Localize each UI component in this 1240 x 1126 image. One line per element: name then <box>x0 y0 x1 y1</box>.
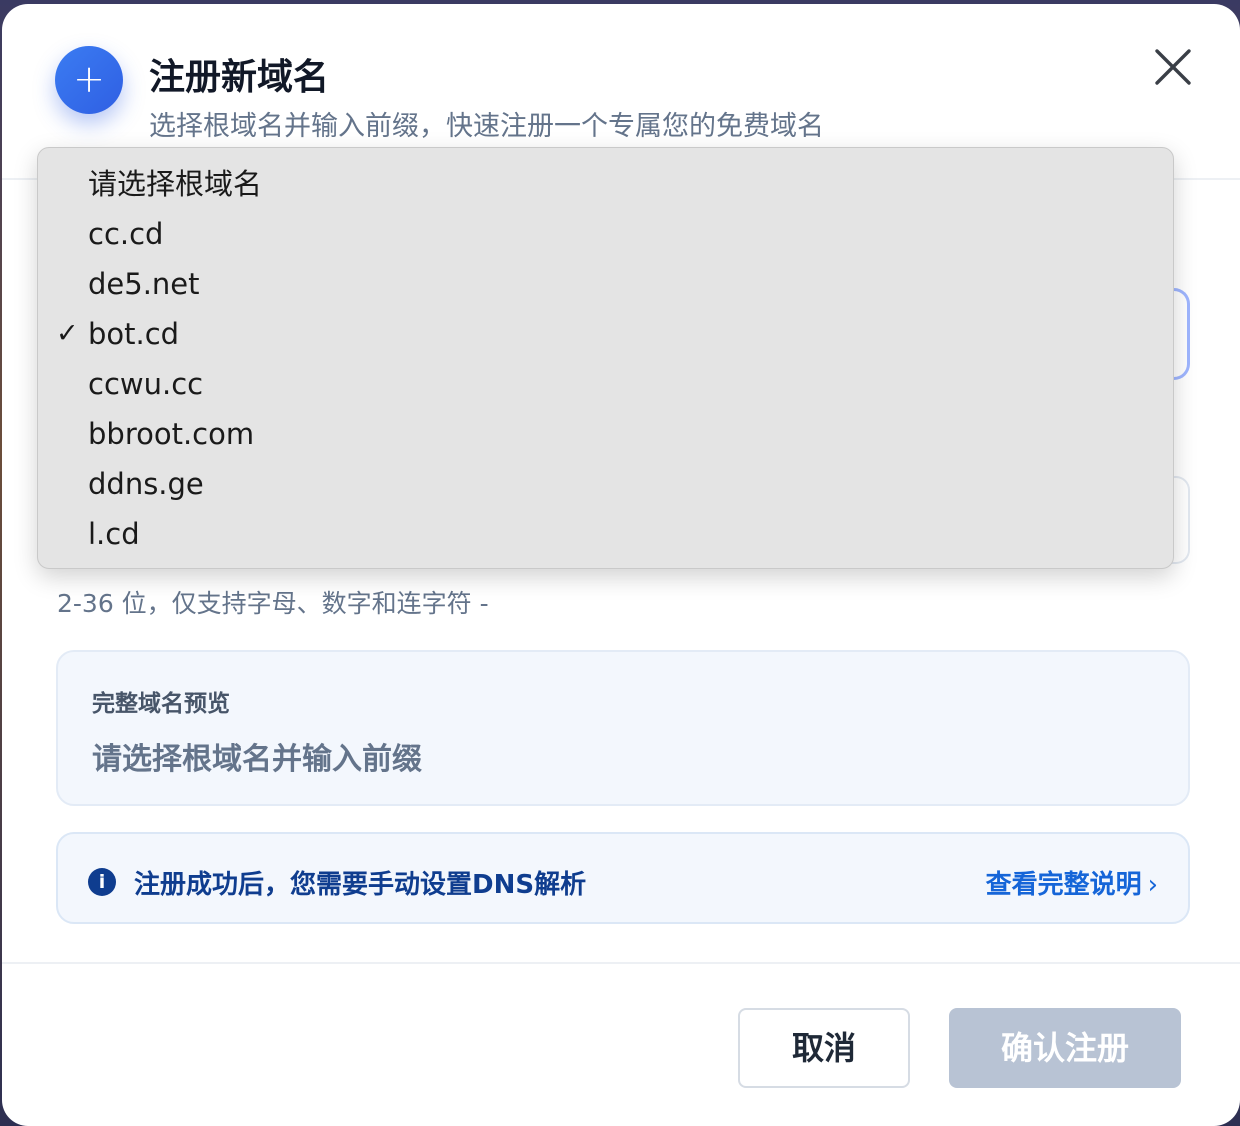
dropdown-option[interactable]: ccwu.cc <box>38 360 1173 410</box>
view-instructions-label: 查看完整说明 <box>985 870 1142 900</box>
prefix-hint: 2-36 位，仅支持字母、数字和连字符 - <box>57 589 489 618</box>
close-icon <box>1155 49 1191 85</box>
info-text: 注册成功后，您需要手动设置DNS解析 <box>134 870 587 900</box>
checkmark-icon: ✓ <box>56 318 79 349</box>
cancel-button[interactable]: 取消 <box>738 1008 910 1088</box>
option-label: ddns.ge <box>88 467 204 501</box>
chevron-right-icon: › <box>1147 870 1158 900</box>
dropdown-option[interactable]: l.cd <box>38 510 1173 560</box>
dropdown-option[interactable]: cc.cd <box>38 210 1173 260</box>
option-label: ccwu.cc <box>88 367 204 401</box>
dropdown-option[interactable]: bbroot.com <box>38 410 1173 460</box>
preview-value: 请选择根域名并输入前缀 <box>92 742 422 777</box>
option-label: bot.cd <box>88 317 180 351</box>
modal-title: 注册新域名 <box>149 57 330 98</box>
view-instructions-link[interactable]: 查看完整说明 › <box>986 864 1158 901</box>
dropdown-option-selected[interactable]: ✓ bot.cd <box>38 310 1173 360</box>
option-label: bbroot.com <box>88 417 255 451</box>
plus-icon: + <box>55 46 123 114</box>
option-label: cc.cd <box>88 217 164 251</box>
dropdown-option[interactable]: ddns.ge <box>38 460 1173 510</box>
dropdown-option[interactable]: de5.net <box>38 260 1173 310</box>
preview-label: 完整域名预览 <box>92 691 230 717</box>
modal-subtitle: 选择根域名并输入前缀，快速注册一个专属您的免费域名 <box>149 111 824 142</box>
close-button[interactable] <box>1148 42 1198 92</box>
option-label: 请选择根域名 <box>88 167 263 201</box>
domain-preview-card: 完整域名预览 请选择根域名并输入前缀 <box>56 650 1190 806</box>
info-icon: i <box>88 868 116 896</box>
root-domain-dropdown: 请选择根域名 cc.cd de5.net ✓ bot.cd ccwu.cc bb… <box>37 147 1174 569</box>
dropdown-option[interactable]: 请选择根域名 <box>38 160 1173 210</box>
option-label: l.cd <box>88 517 140 551</box>
confirm-register-button[interactable]: 确认注册 <box>949 1008 1181 1088</box>
option-label: de5.net <box>88 267 200 301</box>
dns-info-banner: i 注册成功后，您需要手动设置DNS解析 查看完整说明 › <box>56 832 1190 924</box>
modal-footer: 取消 确认注册 <box>2 962 1240 1126</box>
